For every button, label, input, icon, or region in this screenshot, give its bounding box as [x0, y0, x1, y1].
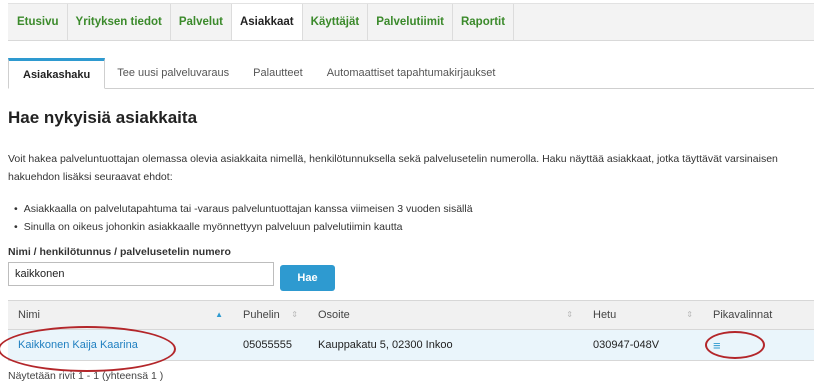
results-table: Nimi ▲ Puhelin ⇕ Osoite ⇕ Hetu ⇕ Pikavalinna… [8, 300, 814, 361]
page-root: Etusivu Yrityksen tiedot Palvelut Asiakk… [0, 0, 814, 385]
intro-text: Voit hakea palveluntuottajan olemassa ol… [8, 153, 778, 183]
nav-tab-asiakkaat[interactable]: Asiakkaat [231, 4, 303, 40]
column-header-ssn[interactable]: Hetu ⇕ [583, 300, 703, 330]
condition-item: Asiakkaalla on palvelutapahtuma tai -var… [14, 200, 473, 218]
cell-ssn: 030947-048V [583, 329, 703, 361]
cell-phone: 05055555 [233, 329, 308, 361]
column-header-phone[interactable]: Puhelin ⇕ [233, 300, 308, 330]
sort-icon: ⇕ [291, 310, 298, 319]
nav-tab-raportit[interactable]: Raportit [453, 4, 515, 40]
table-row: Kaikkonen Kaija Kaarina 05055555 Kauppak… [8, 329, 814, 361]
sub-tabs: Asiakashaku Tee uusi palveluvaraus Palau… [8, 58, 814, 89]
cell-address: Kauppakatu 5, 02300 Inkoo [308, 329, 583, 361]
sub-tab-automaattiset-tapahtumakirjaukset[interactable]: Automaattiset tapahtumakirjaukset [315, 58, 508, 88]
nav-tab-palvelutiimit[interactable]: Palvelutiimit [368, 4, 453, 40]
column-header-name[interactable]: Nimi ▲ [8, 300, 233, 330]
cell-quick-links: ≡ [703, 329, 814, 361]
condition-item: Sinulla on oikeus johonkin asiakkaalle m… [14, 218, 473, 236]
search-input[interactable] [8, 262, 274, 286]
results-summary: Näytetään rivit 1 - 1 (yhteensä 1 ) [8, 370, 164, 382]
page-title: Hae nykyisiä asiakkaita [8, 108, 198, 127]
table-header-row: Nimi ▲ Puhelin ⇕ Osoite ⇕ Hetu ⇕ Pikavalinna… [8, 300, 814, 330]
main-navigation: Etusivu Yrityksen tiedot Palvelut Asiakk… [8, 3, 814, 41]
sort-asc-icon: ▲ [215, 310, 223, 319]
sub-tab-palautteet[interactable]: Palautteet [241, 58, 315, 88]
column-header-address[interactable]: Osoite ⇕ [308, 300, 583, 330]
sub-tab-tee-uusi-palveluvaraus[interactable]: Tee uusi palveluvaraus [105, 58, 241, 88]
nav-tab-kayttajat[interactable]: Käyttäjät [303, 4, 369, 40]
customer-name-link[interactable]: Kaikkonen Kaija Kaarina [18, 339, 138, 351]
nav-tab-palvelut[interactable]: Palvelut [171, 4, 232, 40]
sort-icon: ⇕ [686, 310, 693, 319]
conditions-list: Asiakkaalla on palvelutapahtuma tai -var… [14, 200, 473, 236]
column-header-quick-links: Pikavalinnat [703, 300, 814, 330]
quick-links-menu-icon[interactable]: ≡ [713, 338, 721, 353]
sort-icon: ⇕ [566, 310, 573, 319]
nav-tab-yrityksen-tiedot[interactable]: Yrityksen tiedot [68, 4, 171, 40]
sub-tab-asiakashaku[interactable]: Asiakashaku [8, 58, 106, 89]
search-button[interactable]: Hae [280, 265, 335, 291]
nav-tab-etusivu[interactable]: Etusivu [8, 4, 68, 40]
search-field-label: Nimi / henkilötunnus / palvelusetelin nu… [8, 246, 231, 258]
cell-name: Kaikkonen Kaija Kaarina [8, 329, 233, 361]
